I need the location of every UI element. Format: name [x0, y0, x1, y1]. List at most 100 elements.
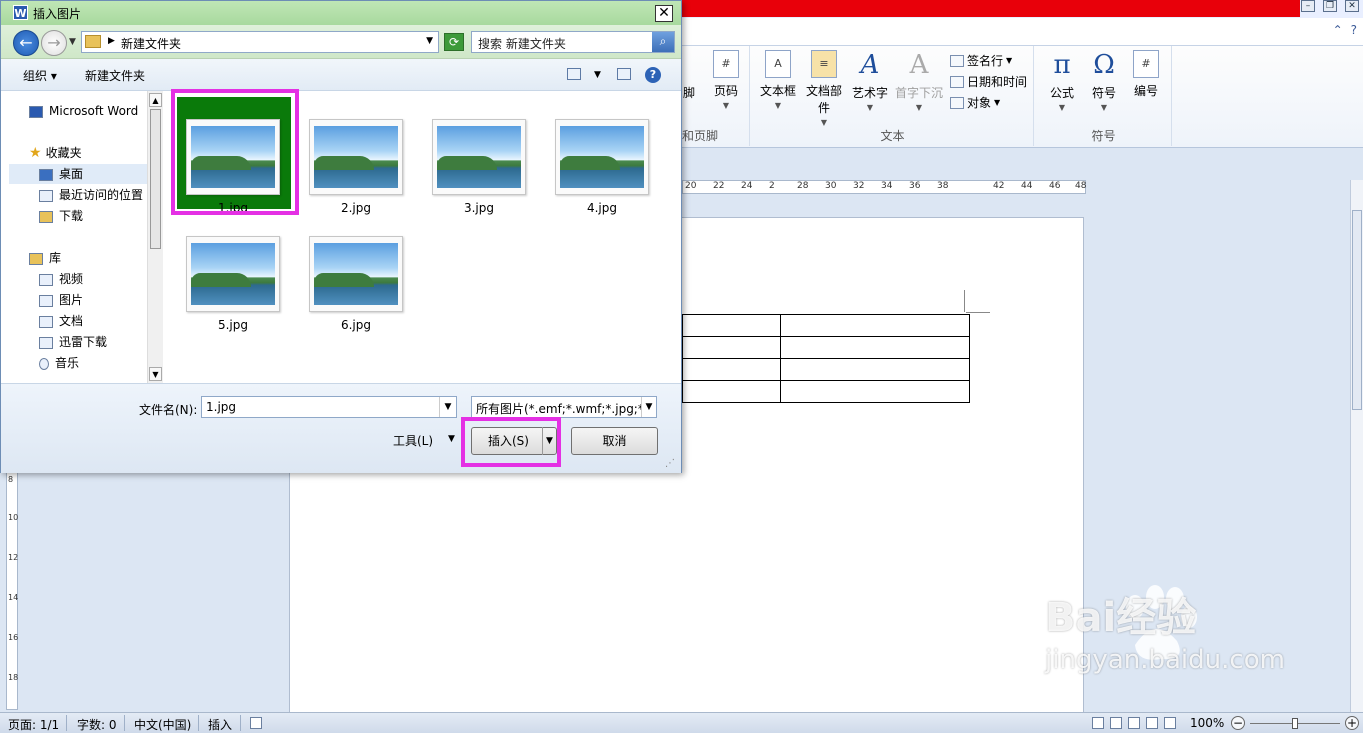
status-insert-mode[interactable]: 插入 [208, 716, 232, 733]
scrollbar-thumb[interactable] [1352, 210, 1362, 410]
symbol-button[interactable]: Ω 符号 ▼ [1082, 50, 1126, 112]
close-icon[interactable]: ✕ [655, 5, 673, 22]
table-cell[interactable] [780, 314, 970, 337]
scroll-up-icon[interactable]: ▲ [149, 93, 162, 107]
table-cell[interactable] [682, 380, 781, 403]
file-item-6[interactable]: 6.jpg [306, 236, 406, 332]
back-arrow-icon[interactable]: ← [13, 30, 39, 56]
cancel-button[interactable]: 取消 [571, 427, 658, 455]
file-item-5[interactable]: 5.jpg [183, 236, 283, 332]
nav-item-label: 文档 [59, 314, 84, 328]
help-icon[interactable]: ? [645, 67, 661, 83]
collapse-ribbon-icon[interactable]: ⌃ [1333, 23, 1343, 37]
tools-menu-button[interactable]: 工具(L) [393, 432, 433, 449]
number-label: 编号 [1133, 84, 1158, 98]
image-thumbnail [309, 236, 403, 312]
ruler-tick: 22 [713, 181, 725, 191]
header-footer-group: 脚 # 页码 ▼ 和页脚 [682, 46, 750, 146]
nav-item-label: 最近访问的位置 [59, 188, 144, 202]
change-view-icon[interactable] [567, 68, 581, 80]
ruler-tick: 48 [1075, 181, 1087, 191]
status-language[interactable]: 中文(中国) [134, 716, 191, 733]
status-page[interactable]: 页面: 1/1 [8, 716, 59, 733]
nav-item-desktop[interactable]: 桌面 [9, 164, 147, 184]
view-dropdown-icon[interactable]: ▼ [594, 70, 601, 80]
zoom-out-button[interactable]: − [1231, 716, 1245, 730]
table-cell[interactable] [682, 314, 781, 337]
date-time-button[interactable]: 日期和时间 [950, 73, 1027, 90]
wordart-button[interactable]: A 艺术字 ▼ [848, 50, 892, 112]
scrollbar-thumb[interactable] [150, 109, 161, 249]
equation-label: 公式 [1049, 86, 1074, 100]
restore-button[interactable]: ❐ [1323, 0, 1337, 12]
signature-line-button[interactable]: 签名行 ▼ [950, 52, 1012, 69]
web-layout-view-icon[interactable] [1128, 717, 1140, 729]
text-box-button[interactable]: A 文本框 ▼ [756, 50, 800, 110]
crop-mark [964, 290, 965, 312]
table-cell[interactable] [780, 336, 970, 359]
object-button[interactable]: 对象 ▼ [950, 94, 1000, 111]
filename-dropdown-icon[interactable]: ▼ [439, 397, 456, 417]
macro-record-icon[interactable] [250, 717, 262, 729]
filename-input[interactable]: 1.jpg [201, 396, 457, 418]
object-label: 对象 [967, 96, 992, 110]
status-bar: 页面: 1/1 字数: 0 中文(中国) 插入 100% − + [0, 712, 1363, 733]
table-cell[interactable] [682, 358, 781, 381]
library-icon [29, 252, 43, 265]
close-window-button[interactable]: ✕ [1345, 0, 1359, 12]
vertical-ruler[interactable]: 8 10 12 14 16 18 [6, 470, 18, 710]
nav-scrollbar[interactable]: ▲ ▼ [147, 91, 163, 383]
resize-grip-icon[interactable]: ⋰ [665, 458, 675, 469]
refresh-icon[interactable]: ⟳ [444, 33, 464, 51]
zoom-in-button[interactable]: + [1345, 716, 1359, 730]
dialog-title-bar[interactable]: W 插入图片 [1, 1, 681, 25]
filetype-select[interactable]: 所有图片(*.emf;*.wmf;*.jpg;*.jp [471, 396, 657, 418]
file-item-3[interactable]: 3.jpg [429, 119, 529, 215]
zoom-level[interactable]: 100% [1190, 716, 1224, 730]
signature-line-label: 签名行 [967, 54, 1004, 68]
number-button[interactable]: # 编号 [1124, 50, 1168, 99]
address-dropdown-icon[interactable]: ▼ [426, 36, 433, 46]
table-cell[interactable] [780, 358, 970, 381]
breadcrumb-path[interactable]: 新建文件夹 [121, 35, 181, 52]
file-item-2[interactable]: 2.jpg [306, 119, 406, 215]
preview-pane-icon[interactable] [617, 68, 631, 80]
filetype-dropdown-icon[interactable]: ▼ [641, 397, 656, 417]
help-icon[interactable]: ? [1351, 23, 1357, 37]
scroll-down-icon[interactable]: ▼ [149, 367, 162, 381]
breadcrumb-chevron-icon[interactable]: ▶ [108, 36, 115, 46]
search-input[interactable]: 搜索 新建文件夹 ⌕ [471, 31, 675, 53]
ruler-tick: 8 [8, 475, 14, 484]
status-word-count[interactable]: 字数: 0 [77, 716, 117, 733]
address-box[interactable]: ▶ 新建文件夹 ▼ [81, 31, 439, 53]
word-app-icon: W [13, 5, 28, 20]
dropdown-arrow-icon: ▼ [722, 101, 730, 110]
forward-arrow-icon[interactable]: → [41, 30, 67, 56]
page-number-icon: # [713, 50, 739, 78]
horizontal-ruler[interactable]: 20 22 24 2 28 30 32 34 36 38 42 44 46 48 [682, 180, 1086, 194]
tools-dropdown-icon[interactable]: ▼ [448, 434, 455, 444]
organize-button[interactable]: 组织 ▾ [23, 67, 57, 84]
file-name: 6.jpg [340, 318, 372, 332]
zoom-slider-knob[interactable] [1292, 718, 1298, 729]
print-layout-view-icon[interactable] [1092, 717, 1104, 729]
quick-parts-button[interactable]: ≡ 文档部件 ▼ [802, 50, 846, 127]
number-icon: # [1133, 50, 1159, 78]
outline-view-icon[interactable] [1146, 717, 1158, 729]
table-cell[interactable] [682, 336, 781, 359]
page-number-button[interactable]: # 页码 ▼ [704, 50, 748, 110]
document-table[interactable] [682, 314, 970, 403]
table-cell[interactable] [780, 380, 970, 403]
history-dropdown-icon[interactable]: ▼ [69, 37, 76, 47]
document-scrollbar[interactable] [1350, 180, 1363, 712]
file-item-4[interactable]: 4.jpg [552, 119, 652, 215]
drop-cap-button[interactable]: A 首字下沉 ▼ [894, 50, 944, 112]
draft-view-icon[interactable] [1164, 717, 1176, 729]
new-folder-button[interactable]: 新建文件夹 [85, 67, 145, 84]
full-screen-reading-icon[interactable] [1110, 717, 1122, 729]
omega-icon: Ω [1093, 50, 1115, 80]
crop-mark [966, 312, 990, 313]
equation-button[interactable]: π 公式 ▼ [1040, 50, 1084, 112]
search-icon[interactable]: ⌕ [652, 32, 674, 52]
minimize-button[interactable]: – [1301, 0, 1315, 12]
